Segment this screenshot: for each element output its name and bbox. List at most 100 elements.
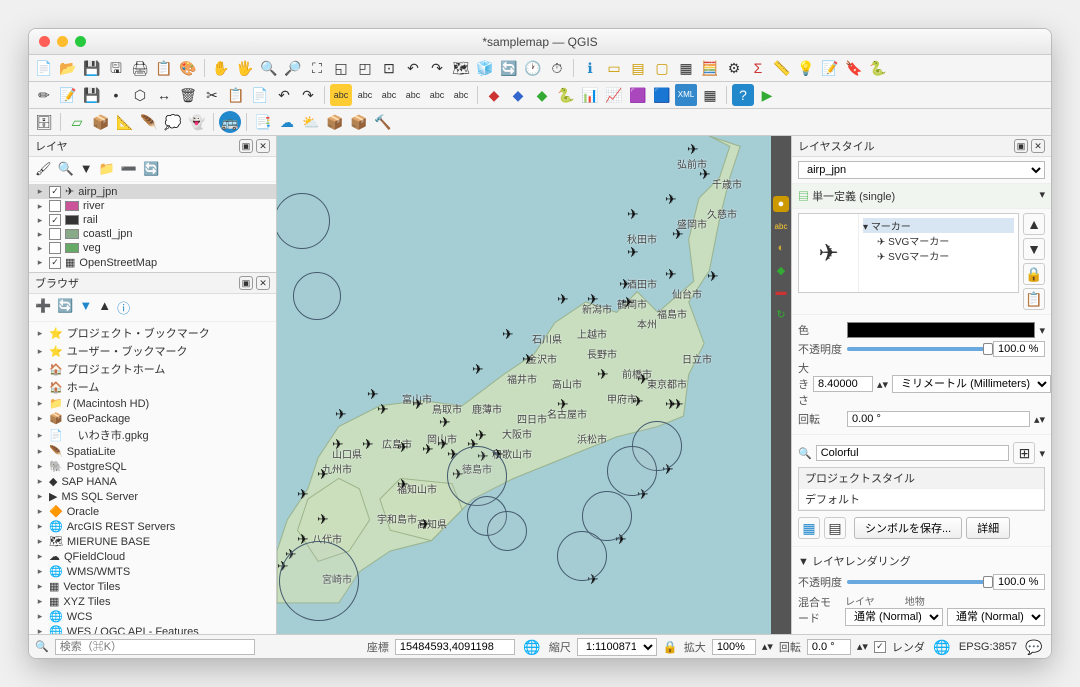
- history-tab-icon[interactable]: ↻: [773, 306, 789, 322]
- zoom-full-icon[interactable]: ⛶: [306, 57, 328, 79]
- layer-row[interactable]: ▸river: [29, 199, 276, 213]
- list-view-icon[interactable]: ▦: [798, 517, 820, 539]
- edit-toggle-icon[interactable]: 📝: [57, 84, 79, 106]
- layer-filter-icon[interactable]: 🔍: [58, 161, 74, 177]
- layer-row[interactable]: ▸rail: [29, 213, 276, 227]
- dock-icon[interactable]: ▣: [1014, 139, 1028, 153]
- layer-checkbox[interactable]: [49, 200, 61, 212]
- blend-layer-select[interactable]: 通常 (Normal): [845, 608, 943, 626]
- close-window[interactable]: [39, 36, 50, 47]
- coord-toggle-icon[interactable]: 🌐: [521, 636, 543, 658]
- layer-refresh-icon[interactable]: 🔄: [143, 161, 159, 177]
- layout-manager-icon[interactable]: 📋: [153, 57, 175, 79]
- dock-icon[interactable]: ▣: [239, 276, 253, 290]
- new-vector-icon[interactable]: ▱: [66, 111, 88, 133]
- map-tips-icon[interactable]: 💡: [795, 57, 817, 79]
- pan-icon[interactable]: ✋: [210, 57, 232, 79]
- render-checkbox[interactable]: [874, 641, 886, 653]
- browser-item[interactable]: ▸▶MS SQL Server: [29, 489, 276, 504]
- messages-icon[interactable]: 💬: [1023, 636, 1045, 658]
- style-manager-icon[interactable]: 🎨: [177, 57, 199, 79]
- browser-item[interactable]: ▸🌐ArcGIS REST Servers: [29, 519, 276, 534]
- cloud-sync-icon[interactable]: ⛅: [300, 111, 322, 133]
- lock-scale-icon[interactable]: 🔒: [663, 640, 678, 654]
- label-prop-icon[interactable]: abc: [450, 84, 472, 106]
- color-picker[interactable]: [847, 322, 1035, 338]
- plugin-10-icon[interactable]: ▦: [699, 84, 721, 106]
- magnifier-input[interactable]: [712, 639, 756, 655]
- data-source-icon[interactable]: 🗄: [33, 111, 55, 133]
- open-project-icon[interactable]: 📂: [57, 57, 79, 79]
- coordinate-input[interactable]: [395, 639, 515, 655]
- browser-filter-icon[interactable]: ▼: [79, 298, 92, 317]
- symbol-layer-tree[interactable]: ▾ マーカー ✈ SVGマーカー ✈ SVGマーカー: [859, 214, 1018, 292]
- layer-checkbox[interactable]: [49, 214, 61, 226]
- add-feature-icon[interactable]: •: [105, 84, 127, 106]
- package-1-icon[interactable]: 📦: [324, 111, 346, 133]
- layer-opacity-slider[interactable]: [847, 580, 989, 584]
- 3d-tab-icon[interactable]: ◆: [773, 262, 789, 278]
- bookmark-icon[interactable]: 🔖: [843, 57, 865, 79]
- opacity-slider[interactable]: [847, 347, 989, 351]
- help-icon[interactable]: ?: [732, 84, 754, 106]
- diagram-tab-icon[interactable]: ▬: [773, 284, 789, 300]
- browser-item[interactable]: ▸📁/ (Macintosh HD): [29, 396, 276, 411]
- symbology-tab-icon[interactable]: ●: [773, 196, 789, 212]
- temporal-icon[interactable]: 🕐: [522, 57, 544, 79]
- deselect-icon[interactable]: ▢: [651, 57, 673, 79]
- add-symbol-layer-icon[interactable]: ▲: [1023, 213, 1045, 235]
- zoom-next-icon[interactable]: ↷: [426, 57, 448, 79]
- crs-icon[interactable]: 🌐: [931, 636, 953, 658]
- zoom-native-icon[interactable]: ⊡: [378, 57, 400, 79]
- plugin-7-icon[interactable]: 🟪: [627, 84, 649, 106]
- layer-remove-icon[interactable]: ➖: [121, 161, 137, 177]
- remove-symbol-layer-icon[interactable]: ▼: [1023, 238, 1045, 260]
- browser-item[interactable]: ▸▦XYZ Tiles: [29, 594, 276, 609]
- bus-stop-icon[interactable]: 🚌: [219, 111, 241, 133]
- plugin-6-icon[interactable]: 📈: [603, 84, 625, 106]
- layer-checkbox[interactable]: [49, 186, 61, 198]
- browser-item[interactable]: ▸🗺MIERUNE BASE: [29, 534, 276, 549]
- size-unit-select[interactable]: ミリメートル (Millimeters): [892, 375, 1051, 393]
- style-group-list[interactable]: プロジェクトスタイル デフォルト: [798, 467, 1045, 511]
- copy-layer-icon[interactable]: 📑: [252, 111, 274, 133]
- hammer-icon[interactable]: 🔨: [372, 111, 394, 133]
- browser-collapse-icon[interactable]: ▲: [98, 298, 111, 317]
- layers-tree[interactable]: ▸✈airp_jpn▸river▸rail▸coastl_jpn▸veg▸▦Op…: [29, 182, 276, 272]
- new-geopackage-icon[interactable]: 📦: [90, 111, 112, 133]
- browser-item[interactable]: ▸🏠ホーム: [29, 378, 276, 396]
- layer-expand-icon[interactable]: ▼: [80, 161, 93, 177]
- close-panel-icon[interactable]: ✕: [256, 276, 270, 290]
- browser-item[interactable]: ▸🏠プロジェクトホーム: [29, 360, 276, 378]
- browser-item[interactable]: ▸🪶SpatiaLite: [29, 444, 276, 459]
- identify-icon[interactable]: ℹ: [579, 57, 601, 79]
- redo-icon[interactable]: ↷: [297, 84, 319, 106]
- plugin-8-icon[interactable]: 🟦: [651, 84, 673, 106]
- save-icon[interactable]: 💾: [81, 57, 103, 79]
- browser-tree[interactable]: ▸⭐プロジェクト・ブックマーク▸⭐ユーザー・ブックマーク▸🏠プロジェクトホーム▸…: [29, 322, 276, 634]
- dup-symbol-icon[interactable]: 📋: [1023, 288, 1045, 310]
- layer-row[interactable]: ▸coastl_jpn: [29, 227, 276, 241]
- close-panel-icon[interactable]: ✕: [256, 139, 270, 153]
- new-project-icon[interactable]: 📄: [33, 57, 55, 79]
- pan-selection-icon[interactable]: 🖐: [234, 57, 256, 79]
- plugin-1-icon[interactable]: ◆: [483, 84, 505, 106]
- layer-group-icon[interactable]: 📁: [99, 161, 115, 177]
- blend-feature-select[interactable]: 通常 (Normal): [947, 608, 1045, 626]
- browser-props-icon[interactable]: ⓘ: [117, 298, 130, 317]
- attribute-table-icon[interactable]: ▦: [675, 57, 697, 79]
- zoom-window[interactable]: [75, 36, 86, 47]
- browser-item[interactable]: ▸⭐プロジェクト・ブックマーク: [29, 324, 276, 342]
- detail-button[interactable]: 詳細: [966, 517, 1010, 539]
- python-icon[interactable]: 🐍: [867, 57, 889, 79]
- grid-view-icon[interactable]: ▤: [824, 517, 846, 539]
- browser-add-icon[interactable]: ➕: [35, 298, 51, 317]
- scale-select[interactable]: 1:11008710: [577, 638, 657, 656]
- layer-row[interactable]: ▸veg: [29, 241, 276, 255]
- layer-row[interactable]: ▸▦OpenStreetMap: [29, 255, 276, 270]
- save-edits-icon[interactable]: 💾: [81, 84, 103, 106]
- move-feature-icon[interactable]: ↔: [153, 84, 175, 106]
- plugin-4-icon[interactable]: 🐍: [555, 84, 577, 106]
- label-hide-icon[interactable]: abc: [378, 84, 400, 106]
- copy-icon[interactable]: 📋: [225, 84, 247, 106]
